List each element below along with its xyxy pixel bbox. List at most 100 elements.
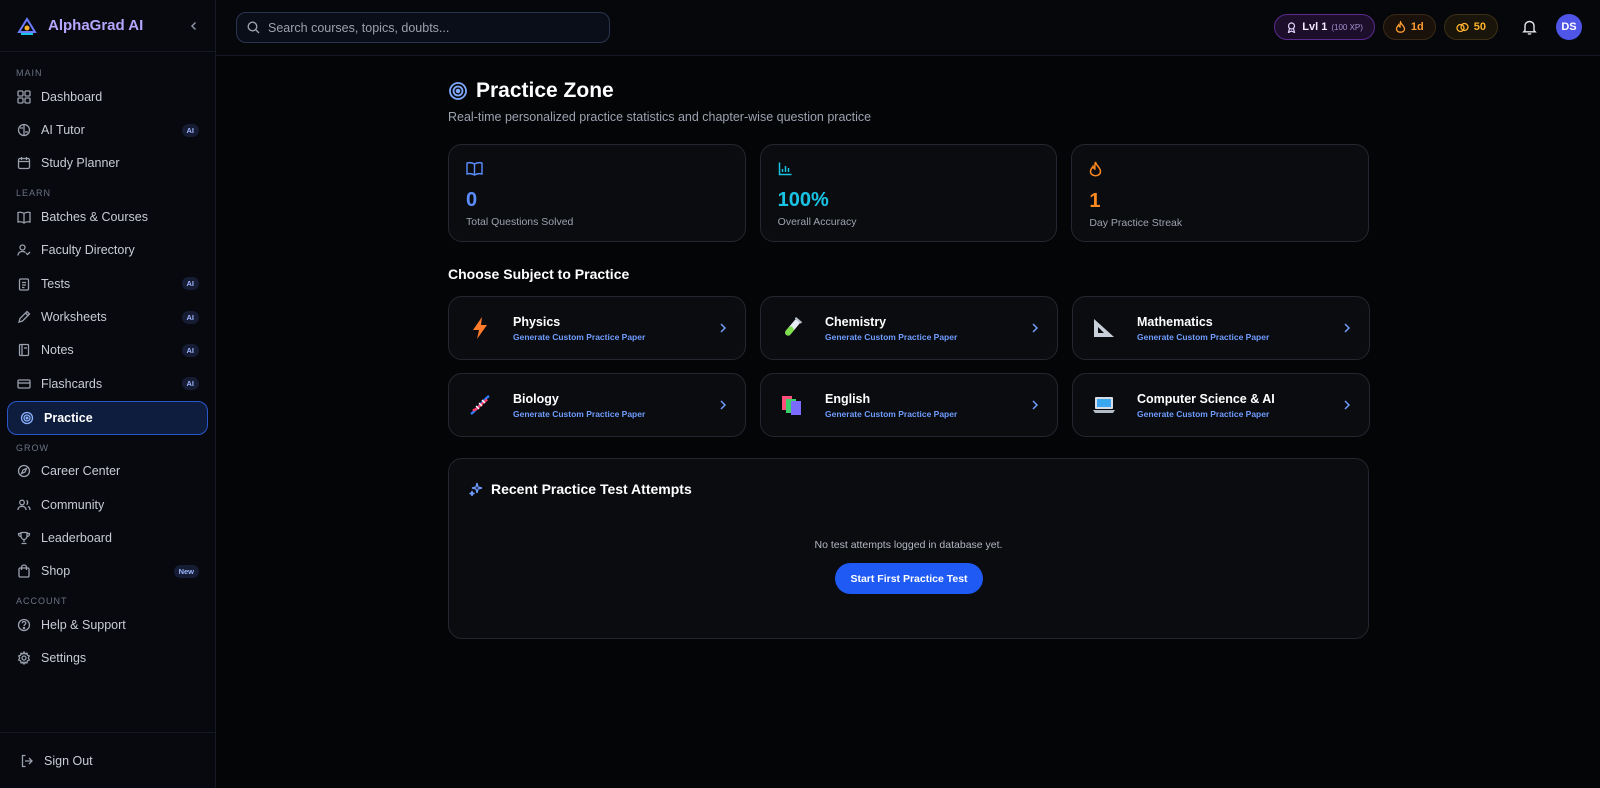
alphagrad-logo[interactable] <box>16 15 38 37</box>
sidebar-item-flashcards[interactable]: Flashcards AI <box>0 367 215 400</box>
notifications-bell-icon[interactable] <box>1516 14 1542 40</box>
sidebar-item-label: Worksheets <box>41 310 107 325</box>
sidebar-item-label: Community <box>41 497 105 512</box>
sign-out-label: Sign Out <box>44 753 93 768</box>
search-bar[interactable] <box>236 12 610 43</box>
subject-name: Physics <box>513 314 561 329</box>
sidebar-item-community[interactable]: Community <box>0 488 215 521</box>
page-subtitle: Real-time personalized practice statisti… <box>448 110 872 124</box>
subject-card-chemistry[interactable]: Chemistry Generate Custom Practice Paper <box>760 296 1058 360</box>
calendar-icon <box>16 156 31 171</box>
sidebar-item-label: Settings <box>41 651 87 666</box>
sidebar-item-settings[interactable]: Settings <box>0 641 215 674</box>
sidebar-item-label: Dashboard <box>41 89 103 104</box>
coins-label: 50 <box>1473 21 1486 33</box>
stat-value: 1 <box>1089 190 1101 212</box>
sidebar-item-label: Faculty Directory <box>41 243 135 258</box>
laptop-icon <box>1091 392 1117 418</box>
card-icon <box>16 376 31 391</box>
subject-name: Mathematics <box>1137 314 1213 329</box>
sidebar-item-practice[interactable]: Practice <box>7 400 208 435</box>
subject-name: Biology <box>513 391 559 406</box>
sidebar-item-dashboard[interactable]: Dashboard <box>0 80 215 113</box>
sidebar-item-label: Shop <box>41 564 71 579</box>
subject-name: English <box>825 391 871 406</box>
brand-name: AlphaGrad AI <box>48 17 144 34</box>
sidebar-item-ai-tutor[interactable]: AI Tutor AI <box>0 113 215 146</box>
subjects-grid: Physics Generate Custom Practice Paper Ch… <box>448 296 1370 437</box>
recent-attempts-title: Recent Practice Test Attempts <box>491 481 692 497</box>
sidebar-item-notes[interactable]: Notes AI <box>0 334 215 367</box>
search-input[interactable] <box>268 20 588 35</box>
sidebar-item-label: Study Planner <box>41 156 120 171</box>
trophy-icon <box>16 530 31 545</box>
test-tube-icon <box>779 315 805 341</box>
section-label-grow: GROW <box>16 442 49 453</box>
start-first-practice-test-button[interactable]: Start First Practice Test <box>835 563 983 594</box>
subject-card-english[interactable]: English Generate Custom Practice Paper <box>760 373 1058 437</box>
medal-icon <box>1286 21 1297 33</box>
new-badge: New <box>173 564 199 578</box>
sidebar-item-label: Leaderboard <box>41 530 112 545</box>
stat-card-questions: 0 Total Questions Solved <box>448 144 746 242</box>
stats-row: 0 Total Questions Solved 100% Overall Ac… <box>448 144 1370 242</box>
ai-badge: AI <box>181 123 199 137</box>
subject-card-computer-science[interactable]: Computer Science & AI Generate Custom Pra… <box>1072 373 1370 437</box>
subjects-heading: Choose Subject to Practice <box>448 266 630 282</box>
sidebar-item-career[interactable]: Career Center <box>0 455 215 488</box>
user-avatar[interactable]: DS <box>1556 14 1582 40</box>
ai-badge: AI <box>181 377 199 391</box>
book-icon <box>16 209 31 224</box>
dna-icon <box>467 392 493 418</box>
sidebar-item-label: Help & Support <box>41 617 126 632</box>
ai-badge: AI <box>181 343 199 357</box>
gear-icon <box>16 651 31 666</box>
search-icon <box>247 21 260 34</box>
brand: AlphaGrad AI <box>0 0 215 52</box>
chevron-right-icon <box>1343 323 1351 333</box>
sidebar-item-worksheets[interactable]: Worksheets AI <box>0 300 215 333</box>
sidebar-item-leaderboard[interactable]: Leaderboard <box>0 521 215 554</box>
subject-card-mathematics[interactable]: Mathematics Generate Custom Practice Pape… <box>1072 296 1370 360</box>
subject-desc: Generate Custom Practice Paper <box>825 331 958 342</box>
sidebar-item-tests[interactable]: Tests AI <box>0 267 215 300</box>
subject-card-biology[interactable]: Biology Generate Custom Practice Paper <box>448 373 746 437</box>
subject-desc: Generate Custom Practice Paper <box>1137 331 1270 342</box>
level-badge[interactable]: Lvl 1 (100 XP) <box>1274 14 1375 40</box>
recent-attempts-panel: Recent Practice Test Attempts No test at… <box>448 458 1369 639</box>
sign-out-button[interactable]: Sign Out <box>0 732 215 788</box>
sidebar-item-study-planner[interactable]: Study Planner <box>0 147 215 180</box>
grid-icon <box>16 89 31 104</box>
sidebar-item-label: Career Center <box>41 464 121 479</box>
book-open-icon <box>466 161 483 179</box>
sidebar-item-shop[interactable]: Shop New <box>0 555 215 588</box>
empty-state-message: No test attempts logged in database yet. <box>814 539 1003 551</box>
stat-label: Day Practice Streak <box>1089 217 1183 229</box>
stat-value: 0 <box>466 189 478 211</box>
sidebar-item-help[interactable]: Help & Support <box>0 608 215 641</box>
stat-value: 100% <box>777 189 829 211</box>
main-content: Practice Zone Real-time personalized pra… <box>448 76 1370 639</box>
help-icon <box>16 617 31 632</box>
section-label-account: ACCOUNT <box>16 596 68 607</box>
streak-badge[interactable]: 1d <box>1382 14 1436 40</box>
ai-badge: AI <box>181 277 199 291</box>
sidebar-item-batches[interactable]: Batches & Courses <box>0 200 215 233</box>
recent-attempts-heading: Recent Practice Test Attempts <box>469 481 692 497</box>
flame-icon <box>1089 161 1102 179</box>
sidebar-item-faculty[interactable]: Faculty Directory <box>0 234 215 267</box>
streak-label: 1d <box>1410 21 1424 33</box>
coins-badge[interactable]: 50 <box>1443 14 1498 40</box>
section-label-main: MAIN <box>16 68 43 78</box>
sidebar-item-label: Practice <box>44 410 93 425</box>
sidebar-item-label: Tests <box>41 276 71 291</box>
chevron-right-icon <box>1343 400 1351 410</box>
collapse-sidebar-icon[interactable] <box>189 18 199 34</box>
coins-icon <box>1456 22 1469 33</box>
page-title: Practice Zone <box>448 76 1369 106</box>
ai-badge: AI <box>181 310 199 324</box>
subject-name: Computer Science & AI <box>1137 391 1275 406</box>
subject-card-physics[interactable]: Physics Generate Custom Practice Paper <box>448 296 746 360</box>
compass-icon <box>16 464 31 479</box>
lightning-icon <box>467 315 493 341</box>
